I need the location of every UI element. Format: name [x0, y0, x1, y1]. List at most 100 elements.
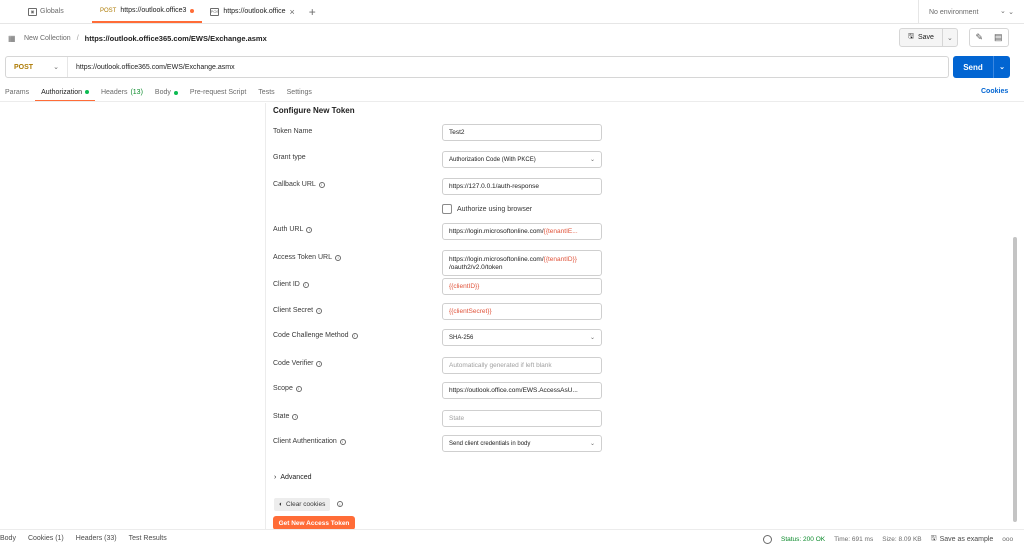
- environment-selector[interactable]: No environment ⌄: [918, 0, 1024, 24]
- callback-url-label-text: Callback URL: [273, 181, 316, 188]
- tab-body-label: Body: [154, 89, 171, 96]
- response-tab-headers[interactable]: Headers (33): [70, 535, 123, 542]
- tab-body[interactable]: Body: [149, 84, 184, 101]
- client-auth-label-text: Client Authentication: [273, 438, 337, 445]
- access-token-url-line1: https://login.microsoftonline.com/{{tena…: [449, 256, 577, 263]
- collection-icon: ▦: [8, 34, 16, 43]
- new-tab-plus-icon[interactable]: +: [303, 0, 322, 23]
- client-secret-input[interactable]: {{clientSecret}}: [442, 303, 602, 320]
- response-size[interactable]: Size: 8.09 KB: [882, 536, 921, 543]
- save-as-example-button[interactable]: 🖫 Save as example: [931, 534, 994, 545]
- cookies-link[interactable]: Cookies: [981, 88, 1008, 95]
- request-doc-icon: POS: [210, 7, 220, 16]
- save-button[interactable]: 🖫 Save: [900, 29, 943, 46]
- auth-url-label-text: Auth URL: [273, 226, 304, 233]
- tab-params[interactable]: Params: [5, 84, 35, 101]
- response-tab-body[interactable]: Body: [0, 535, 22, 542]
- client-secret-label-text: Client Secret: [273, 307, 314, 314]
- cookie-icon: ◐: [279, 501, 283, 508]
- client-auth-select[interactable]: Send client credentials in body ⌄: [442, 435, 602, 452]
- authorize-browser-checkbox[interactable]: Authorize using browser: [442, 204, 532, 214]
- method-select[interactable]: POST ⌄: [6, 57, 68, 77]
- send-button[interactable]: Send: [953, 56, 994, 78]
- send-options-chevron-icon[interactable]: ⌄: [994, 56, 1010, 78]
- tab-request-active[interactable]: POST https://outlook.office3: [92, 0, 203, 23]
- tab-tests[interactable]: Tests: [252, 84, 280, 101]
- environment-label: No environment: [929, 8, 979, 16]
- chevron-down-icon: ⌄: [589, 441, 595, 447]
- tab-globals[interactable]: ▣ Globals: [0, 0, 92, 23]
- breadcrumb-collection[interactable]: New Collection: [24, 35, 71, 42]
- advanced-toggle[interactable]: › Advanced: [274, 474, 311, 481]
- client-auth-label: Client Authentication i: [273, 438, 346, 445]
- auth-url-input[interactable]: https://login.microsoftonline.com/{{tena…: [442, 223, 602, 240]
- form-scrollbar[interactable]: [1013, 237, 1017, 522]
- access-token-url-prefix: https://login.microsoftonline.com/: [449, 255, 544, 263]
- status-badge[interactable]: Status: 200 OK: [781, 536, 825, 543]
- state-input[interactable]: State: [442, 410, 602, 427]
- tab-globals-label: Globals: [40, 8, 64, 15]
- auth-url-variable: {{tenantIE...: [543, 228, 578, 235]
- grant-type-select[interactable]: Authorization Code (With PKCE) ⌄: [442, 151, 602, 168]
- access-token-url-line2: /oauth2/v2.0/token: [449, 263, 503, 271]
- get-new-access-token-button[interactable]: Get New Access Token: [273, 516, 355, 530]
- tab-settings[interactable]: Settings: [281, 84, 318, 101]
- auth-type-pane: [0, 103, 266, 529]
- info-icon[interactable]: i: [295, 385, 302, 392]
- active-dot-icon: [173, 90, 178, 95]
- client-id-variable: {{clientID}}: [449, 283, 480, 290]
- authorize-browser-label: Authorize using browser: [457, 205, 533, 213]
- info-icon[interactable]: i: [337, 501, 343, 507]
- scope-input[interactable]: https://outlook.office.com/EWS.AccessAsU…: [442, 382, 602, 399]
- info-icon[interactable]: i: [335, 254, 342, 261]
- client-id-label-text: Client ID: [273, 281, 300, 288]
- info-icon[interactable]: i: [318, 181, 325, 188]
- code-verifier-label-text: Code Verifier: [273, 360, 314, 367]
- access-token-url-label: Access Token URL i: [273, 254, 342, 261]
- tab-headers[interactable]: Headers (13): [95, 84, 149, 101]
- page-title[interactable]: https://outlook.office365.com/EWS/Exchan…: [85, 34, 267, 43]
- client-id-input[interactable]: {{clientID}}: [442, 278, 602, 295]
- url-input[interactable]: https://outlook.office365.com/EWS/Exchan…: [68, 64, 235, 71]
- code-challenge-label: Code Challenge Method i: [273, 332, 358, 339]
- send-button-group: Send ⌄: [953, 56, 1010, 78]
- info-icon[interactable]: i: [316, 307, 323, 314]
- response-time[interactable]: Time: 691 ms: [834, 536, 873, 543]
- code-challenge-value: SHA-256: [449, 334, 474, 341]
- info-icon[interactable]: i: [306, 226, 313, 233]
- code-challenge-select[interactable]: SHA-256 ⌄: [442, 329, 602, 346]
- scope-label: Scope i: [273, 385, 302, 392]
- tab-request-2[interactable]: POS https://outlook.office ×: [202, 0, 302, 23]
- tab-request-label: https://outlook.office3: [120, 7, 187, 14]
- token-name-label: Token Name: [273, 128, 312, 135]
- callback-url-label: Callback URL i: [273, 181, 325, 188]
- tab-prerequest[interactable]: Pre-request Script: [184, 84, 252, 101]
- client-auth-value: Send client credentials in body: [449, 440, 531, 447]
- close-icon[interactable]: ×: [290, 7, 295, 17]
- info-icon[interactable]: i: [351, 332, 358, 339]
- tab-settings-label: Settings: [286, 89, 312, 96]
- save-options-chevron-icon[interactable]: ⌄: [943, 29, 957, 46]
- more-options-icon[interactable]: ooo: [1002, 536, 1013, 543]
- globe-icon[interactable]: [763, 534, 772, 544]
- edit-pencil-icon[interactable]: ✎: [975, 32, 983, 43]
- info-icon[interactable]: i: [339, 438, 346, 445]
- clear-cookies-button[interactable]: ◐ Clear cookies: [274, 498, 331, 511]
- auth-url-label: Auth URL i: [273, 226, 313, 233]
- response-tab-cookies[interactable]: Cookies (1): [22, 535, 70, 542]
- checkbox-icon[interactable]: [442, 204, 452, 214]
- info-icon[interactable]: i: [302, 281, 309, 288]
- info-icon[interactable]: i: [292, 413, 299, 420]
- callback-url-input[interactable]: https://127.0.0.1/auth-response: [442, 178, 602, 195]
- info-icon[interactable]: i: [316, 360, 323, 367]
- tab-authorization[interactable]: Authorization: [35, 84, 95, 101]
- access-token-url-label-text: Access Token URL: [273, 254, 333, 261]
- code-verifier-input[interactable]: Automatically generated if left blank: [442, 357, 602, 374]
- breadcrumb-separator: /: [76, 34, 79, 42]
- token-name-input[interactable]: Test2: [442, 124, 602, 141]
- documentation-icon[interactable]: ▤: [994, 32, 1003, 43]
- access-token-url-input[interactable]: https://login.microsoftonline.com/{{tena…: [442, 250, 602, 276]
- response-tab-test-results[interactable]: Test Results: [123, 535, 173, 542]
- code-verifier-label: Code Verifier i: [273, 360, 323, 367]
- url-bar: POST ⌄ https://outlook.office365.com/EWS…: [5, 56, 949, 78]
